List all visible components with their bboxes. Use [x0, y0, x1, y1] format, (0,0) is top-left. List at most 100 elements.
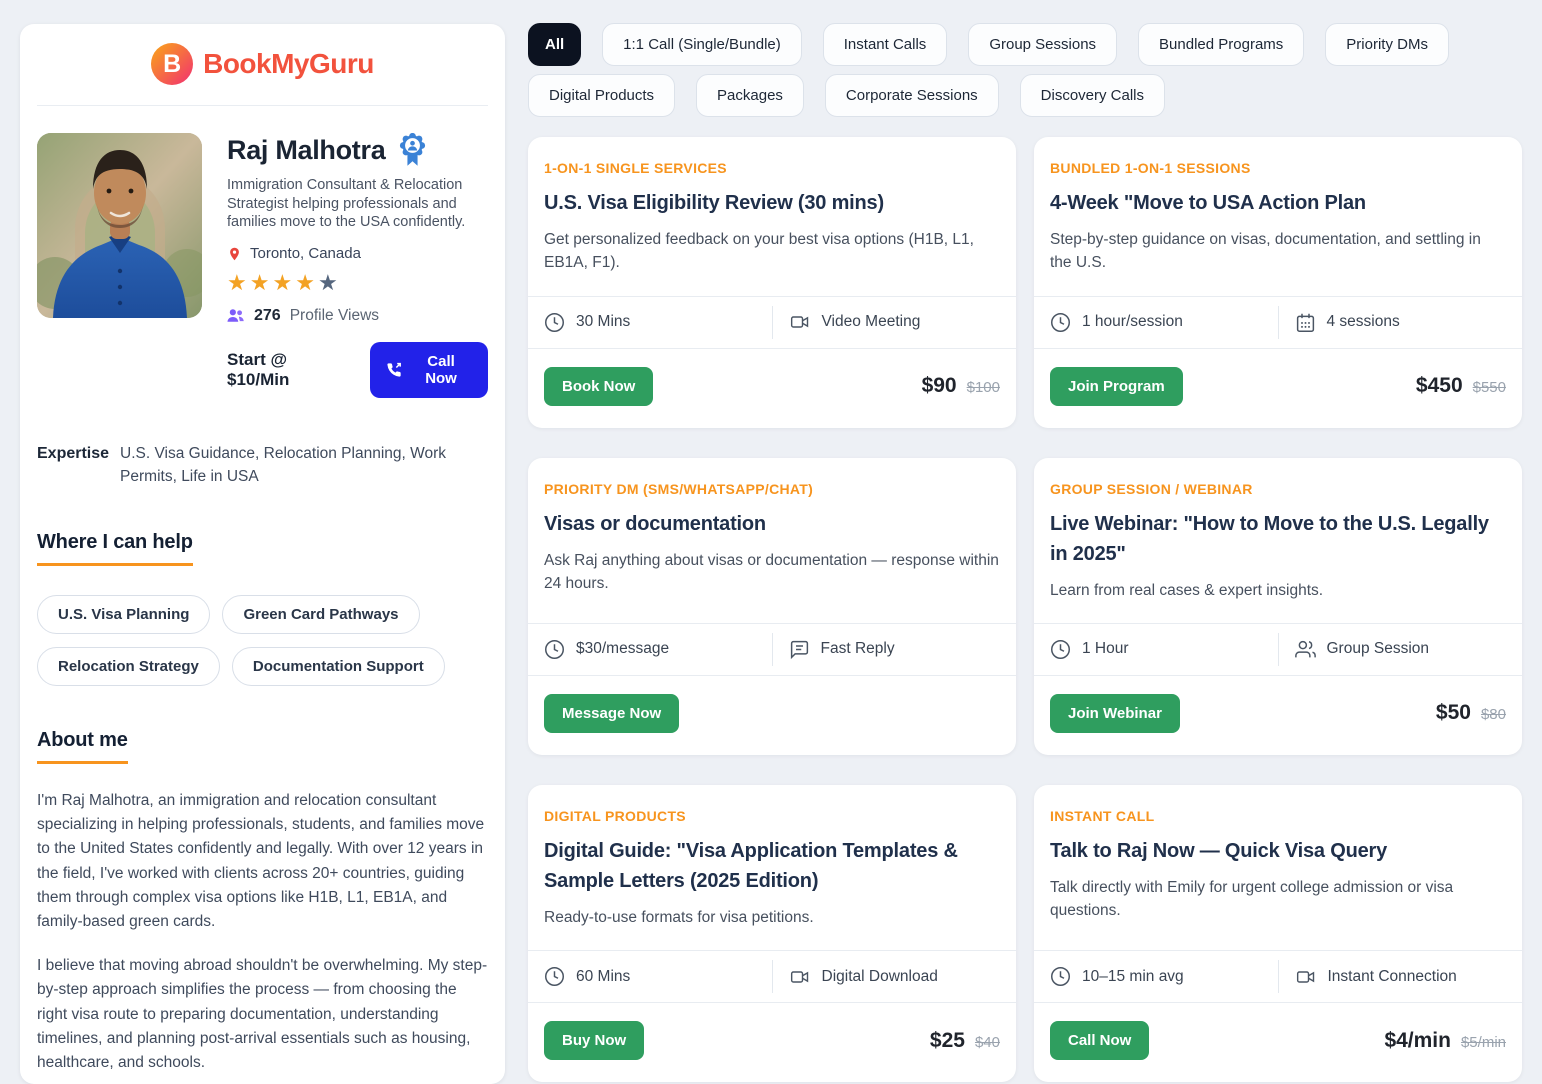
join-webinar-button[interactable]: Join Webinar — [1050, 694, 1180, 733]
card-description: Learn from real cases & expert insights. — [1050, 579, 1506, 602]
service-card: 1-ON-1 SINGLE SERVICES U.S. Visa Eligibi… — [528, 137, 1016, 428]
card-mode: Video Meeting — [822, 313, 921, 331]
card-title: Talk to Raj Now — Quick Visa Query — [1050, 836, 1506, 866]
star-icon: ★ — [318, 270, 341, 295]
filter-chip-packages[interactable]: Packages — [696, 74, 804, 117]
profile-name: Raj Malhotra — [227, 135, 385, 166]
service-card: PRIORITY DM (SMS/WHATSAPP/CHAT) Visas or… — [528, 458, 1016, 755]
filter-chip-all[interactable]: All — [528, 23, 581, 66]
brand-header: B BookMyGuru — [37, 24, 488, 106]
star-icon: ★ — [272, 270, 295, 295]
expertise-label: Expertise — [37, 442, 109, 489]
filter-chip-1-1-call[interactable]: 1:1 Call (Single/Bundle) — [602, 23, 802, 66]
video-icon — [789, 312, 811, 332]
book-now-button[interactable]: Book Now — [544, 367, 653, 406]
card-duration: 60 Mins — [576, 968, 630, 986]
card-mode: Instant Connection — [1328, 968, 1457, 986]
filter-chip-group-sessions[interactable]: Group Sessions — [968, 23, 1117, 66]
card-duration: 1 Hour — [1082, 640, 1129, 658]
location-pin-icon — [227, 245, 242, 263]
profile-location: Toronto, Canada — [250, 245, 361, 262]
profile-summary: Raj Malhotra — [37, 133, 488, 398]
buy-now-button[interactable]: Buy Now — [544, 1021, 644, 1060]
card-description: Step-by-step guidance on visas, document… — [1050, 228, 1506, 275]
profile-views-icon — [227, 308, 245, 323]
card-old-price: $80 — [1481, 706, 1506, 723]
clock-icon — [544, 639, 565, 660]
card-description: Ask Raj anything about visas or document… — [544, 549, 1000, 596]
profile-views-label: Profile Views — [290, 307, 379, 325]
clock-icon — [1050, 312, 1071, 333]
card-category: DIGITAL PRODUCTS — [544, 808, 1000, 824]
card-old-price: $550 — [1473, 379, 1506, 396]
profile-photo — [37, 133, 202, 318]
clock-icon — [1050, 639, 1071, 660]
service-card: INSTANT CALL Talk to Raj Now — Quick Vis… — [1034, 785, 1522, 1082]
filter-chip-instant-calls[interactable]: Instant Calls — [823, 23, 948, 66]
help-tag[interactable]: U.S. Visa Planning — [37, 595, 210, 634]
card-category: BUNDLED 1-ON-1 SESSIONS — [1050, 160, 1506, 176]
chat-icon — [789, 639, 810, 660]
card-old-price: $100 — [967, 379, 1000, 396]
help-section-title: Where I can help — [37, 531, 193, 566]
card-category: PRIORITY DM (SMS/WHATSAPP/CHAT) — [544, 481, 1000, 497]
call-now-card-button[interactable]: Call Now — [1050, 1021, 1149, 1060]
help-section: Where I can help U.S. Visa Planning Gree… — [37, 531, 488, 686]
star-icon: ★ — [227, 270, 250, 295]
card-title: Digital Guide: "Visa Application Templat… — [544, 836, 1000, 896]
service-card: DIGITAL PRODUCTS Digital Guide: "Visa Ap… — [528, 785, 1016, 1082]
card-duration: 1 hour/session — [1082, 313, 1183, 331]
profile-sidebar: B BookMyGuru — [20, 24, 505, 1084]
expertise-row: Expertise U.S. Visa Guidance, Relocation… — [37, 442, 488, 489]
call-now-button[interactable]: Call Now — [370, 342, 488, 398]
verified-badge-icon — [399, 133, 426, 167]
card-old-price: $40 — [975, 1034, 1000, 1051]
profile-views-count: 276 — [254, 307, 281, 325]
filter-chip-priority-dms[interactable]: Priority DMs — [1325, 23, 1449, 66]
star-rating: ★★★★★ — [227, 272, 488, 294]
clock-icon — [544, 312, 565, 333]
calendar-icon — [1295, 312, 1316, 333]
card-category: INSTANT CALL — [1050, 808, 1506, 824]
card-description: Ready-to-use formats for visa petitions. — [544, 906, 1000, 929]
video-icon — [789, 967, 811, 987]
card-mode: Fast Reply — [821, 640, 895, 658]
about-section: About me I'm Raj Malhotra, an immigratio… — [37, 729, 488, 1075]
video-icon — [1295, 967, 1317, 987]
card-rate: $30/message — [576, 640, 669, 658]
card-sessions: 4 sessions — [1327, 313, 1400, 331]
service-filters: All 1:1 Call (Single/Bundle) Instant Cal… — [528, 23, 1522, 117]
star-icon: ★ — [295, 270, 318, 295]
card-mode: Group Session — [1327, 640, 1430, 658]
expertise-value: U.S. Visa Guidance, Relocation Planning,… — [120, 442, 488, 489]
clock-icon — [544, 966, 565, 987]
brand-name: BookMyGuru — [203, 48, 374, 80]
card-duration: 30 Mins — [576, 313, 630, 331]
group-icon — [1295, 639, 1316, 660]
call-now-label: Call Now — [410, 353, 472, 387]
card-title: 4-Week "Move to USA Action Plan — [1050, 188, 1506, 218]
clock-icon — [1050, 966, 1071, 987]
brand-logo-icon: B — [151, 43, 193, 85]
service-card: GROUP SESSION / WEBINAR Live Webinar: "H… — [1034, 458, 1522, 755]
help-tag[interactable]: Green Card Pathways — [222, 595, 419, 634]
services-panel: All 1:1 Call (Single/Bundle) Instant Cal… — [528, 23, 1522, 1082]
message-now-button[interactable]: Message Now — [544, 694, 679, 733]
card-old-price: $5/min — [1461, 1034, 1506, 1051]
card-duration: 10–15 min avg — [1082, 968, 1184, 986]
profile-headline: Immigration Consultant & Relocation Stra… — [227, 176, 488, 232]
help-tag[interactable]: Relocation Strategy — [37, 647, 220, 686]
card-price: $50 — [1436, 701, 1471, 725]
filter-chip-corporate-sessions[interactable]: Corporate Sessions — [825, 74, 999, 117]
filter-chip-bundled-programs[interactable]: Bundled Programs — [1138, 23, 1304, 66]
card-description: Get personalized feedback on your best v… — [544, 228, 1000, 275]
card-price: $90 — [922, 374, 957, 398]
service-card-grid: 1-ON-1 SINGLE SERVICES U.S. Visa Eligibi… — [528, 137, 1522, 1082]
card-mode: Digital Download — [822, 968, 938, 986]
filter-chip-discovery-calls[interactable]: Discovery Calls — [1020, 74, 1165, 117]
join-program-button[interactable]: Join Program — [1050, 367, 1183, 406]
filter-chip-digital-products[interactable]: Digital Products — [528, 74, 675, 117]
card-category: GROUP SESSION / WEBINAR — [1050, 481, 1506, 497]
help-tag[interactable]: Documentation Support — [232, 647, 445, 686]
card-price: $4/min — [1384, 1029, 1451, 1053]
